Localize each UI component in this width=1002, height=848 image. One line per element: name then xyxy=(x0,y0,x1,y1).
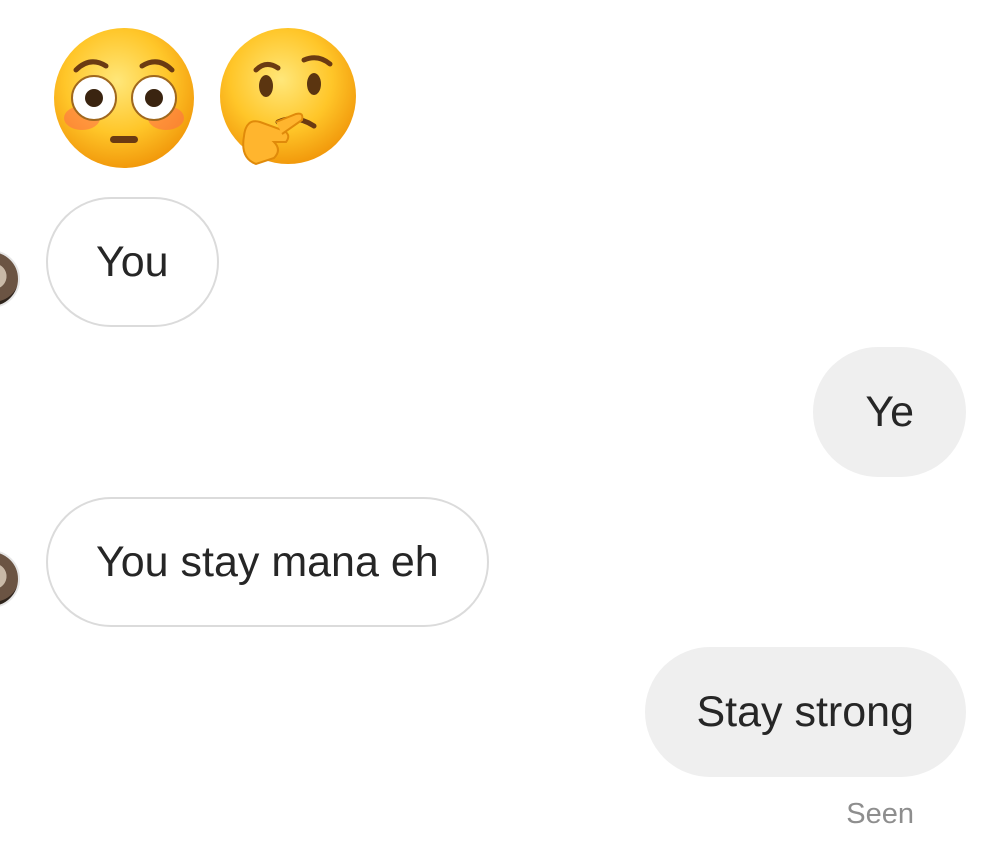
emoji-message xyxy=(52,26,360,170)
message-text: Ye xyxy=(865,387,914,436)
message-text: Stay strong xyxy=(696,687,915,736)
thinking-face-icon xyxy=(220,28,356,166)
outgoing-message-bubble: Ye xyxy=(813,347,966,477)
message-text: You stay mana eh xyxy=(96,537,439,586)
sender-avatar[interactable] xyxy=(0,550,20,608)
incoming-message-bubble: You stay mana eh xyxy=(46,497,489,627)
message-text: You xyxy=(96,237,169,286)
sender-avatar[interactable] xyxy=(0,250,20,308)
seen-status: Seen xyxy=(846,798,914,830)
incoming-message-bubble: You xyxy=(46,197,219,327)
flushed-face-icon xyxy=(54,28,194,168)
outgoing-message-bubble: Stay strong xyxy=(644,647,966,777)
chat-thread: You Ye You stay mana eh Stay strong Seen xyxy=(0,0,1002,848)
